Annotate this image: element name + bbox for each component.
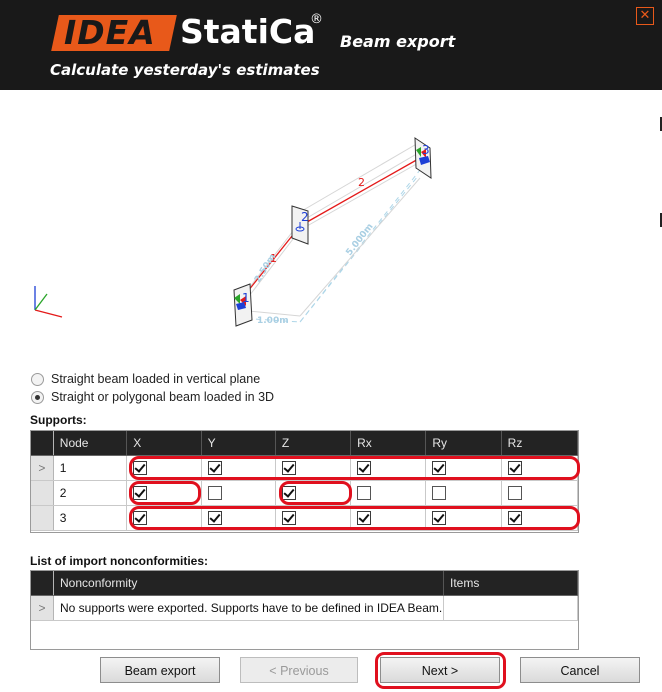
column-header[interactable]: Y	[201, 431, 276, 456]
cancel-button[interactable]: Cancel	[520, 657, 640, 683]
column-header[interactable]: Items	[443, 571, 578, 596]
table-row[interactable]: > No supports were exported. Supports ha…	[31, 595, 578, 621]
nonconformity-text: No supports were exported. Supports have…	[53, 595, 444, 621]
beam-export-button[interactable]: Beam export	[100, 657, 220, 683]
supports-grid[interactable]: Node X Y Z Rx Ry Rz >1 2 3	[30, 430, 579, 533]
support-checkbox-y[interactable]	[207, 461, 222, 476]
radio-label: Straight or polygonal beam loaded in 3D	[51, 390, 275, 404]
row-selector-header	[31, 571, 54, 596]
header-banner: IDEA StatiCa ® Beam export Calculate yes…	[0, 0, 662, 90]
support-checkbox-y[interactable]	[207, 511, 222, 526]
support-checkbox-y[interactable]	[207, 486, 222, 501]
row-selector[interactable]	[31, 505, 54, 531]
column-header[interactable]: Node	[53, 431, 128, 456]
radio-polygonal-3d[interactable]: Straight or polygonal beam loaded in 3D	[31, 390, 274, 404]
radio-vertical-plane[interactable]: Straight beam loaded in vertical plane	[31, 372, 260, 386]
support-cell-y	[201, 480, 276, 506]
dimension-line-span	[237, 169, 421, 323]
node-cell: 3	[53, 505, 128, 531]
model-viewport[interactable]: 1 2 3 1 2 2.50m 5.000m 1.00m	[0, 90, 662, 360]
support-cell-x	[126, 505, 202, 531]
support-cell-ry	[425, 455, 502, 481]
support-checkbox-x[interactable]	[133, 461, 148, 476]
support-cell-rx	[350, 455, 427, 481]
column-header[interactable]: Rx	[350, 431, 427, 456]
column-header[interactable]: X	[126, 431, 202, 456]
support-checkbox-rx[interactable]	[357, 461, 372, 476]
node-label: 3	[422, 143, 430, 157]
logo-mark: IDEA	[64, 13, 156, 52]
column-header[interactable]: Ry	[425, 431, 502, 456]
row-selector[interactable]: >	[31, 595, 54, 621]
dimension-label: 5.000m	[344, 222, 375, 258]
support-checkbox-x[interactable]	[133, 486, 148, 501]
support-cell-ry	[425, 480, 502, 506]
row-selector-header	[31, 431, 54, 456]
nonconformities-header-row: Nonconformity Items	[31, 571, 578, 596]
column-header[interactable]: Z	[275, 431, 352, 456]
close-button[interactable]: ✕	[636, 7, 654, 25]
support-checkbox-rz[interactable]	[507, 486, 522, 501]
support-checkbox-z[interactable]	[281, 511, 296, 526]
support-cell-y	[201, 455, 276, 481]
support-cell-z	[275, 505, 352, 531]
table-row[interactable]: 2	[31, 480, 579, 506]
support-cell-y	[201, 505, 276, 531]
nonconformity-items	[443, 595, 578, 621]
dimension-label: 1.00m	[257, 316, 289, 326]
support-checkbox-rz[interactable]	[507, 461, 522, 476]
logo-registered: ®	[310, 12, 323, 27]
node-label: 2	[301, 210, 309, 224]
support-cell-x	[126, 480, 202, 506]
table-row[interactable]: 3	[31, 505, 579, 531]
radio-button-selected[interactable]	[31, 390, 44, 404]
support-cell-ry	[425, 505, 502, 531]
support-cell-x	[126, 455, 202, 481]
previous-button[interactable]: < Previous	[240, 657, 358, 683]
support-cell-rx	[350, 480, 427, 506]
supports-title: Supports:	[30, 413, 87, 427]
support-checkbox-ry[interactable]	[432, 486, 447, 501]
node-cell: 2	[53, 480, 128, 506]
global-axes-icon	[34, 286, 63, 318]
row-selector[interactable]: >	[31, 455, 54, 481]
supports-header-row: Node X Y Z Rx Ry Rz	[31, 431, 579, 456]
nonconformities-title: List of import nonconformities:	[30, 554, 208, 568]
support-cell-z	[275, 480, 352, 506]
node-cell: 1	[53, 455, 128, 481]
slogan: Calculate yesterday's estimates	[50, 61, 320, 79]
support-checkbox-x[interactable]	[133, 511, 148, 526]
wire-box	[237, 141, 421, 317]
column-header[interactable]: Rz	[501, 431, 579, 456]
dimension-lines	[237, 169, 421, 323]
logo-name: StatiCa	[180, 12, 316, 51]
support-cell-rz	[501, 480, 579, 506]
support-checkbox-rz[interactable]	[507, 511, 522, 526]
dimension-label: 2.50m	[253, 252, 278, 284]
table-row[interactable]: >1	[31, 455, 579, 481]
support-cell-rz	[501, 505, 579, 531]
support-checkbox-rx[interactable]	[357, 486, 372, 501]
support-checkbox-ry[interactable]	[432, 511, 447, 526]
node-label: 1	[242, 291, 250, 305]
product-title: Beam export	[340, 32, 456, 51]
support-cell-rz	[501, 455, 579, 481]
support-checkbox-ry[interactable]	[432, 461, 447, 476]
support-cell-rx	[350, 505, 427, 531]
member-label: 2	[358, 176, 365, 189]
support-checkbox-rx[interactable]	[357, 511, 372, 526]
support-checkbox-z[interactable]	[281, 461, 296, 476]
model-drawing: 1 2 3 1 2 2.50m 5.000m 1.00m	[34, 137, 432, 327]
next-button[interactable]: Next >	[380, 657, 500, 683]
radio-button[interactable]	[31, 372, 44, 386]
support-checkbox-z[interactable]	[281, 486, 296, 501]
nonconformities-grid[interactable]: Nonconformity Items > No supports were e…	[30, 570, 579, 650]
column-header[interactable]: Nonconformity	[53, 571, 444, 596]
row-selector[interactable]	[31, 480, 54, 506]
radio-label: Straight beam loaded in vertical plane	[51, 372, 261, 386]
support-cell-z	[275, 455, 352, 481]
